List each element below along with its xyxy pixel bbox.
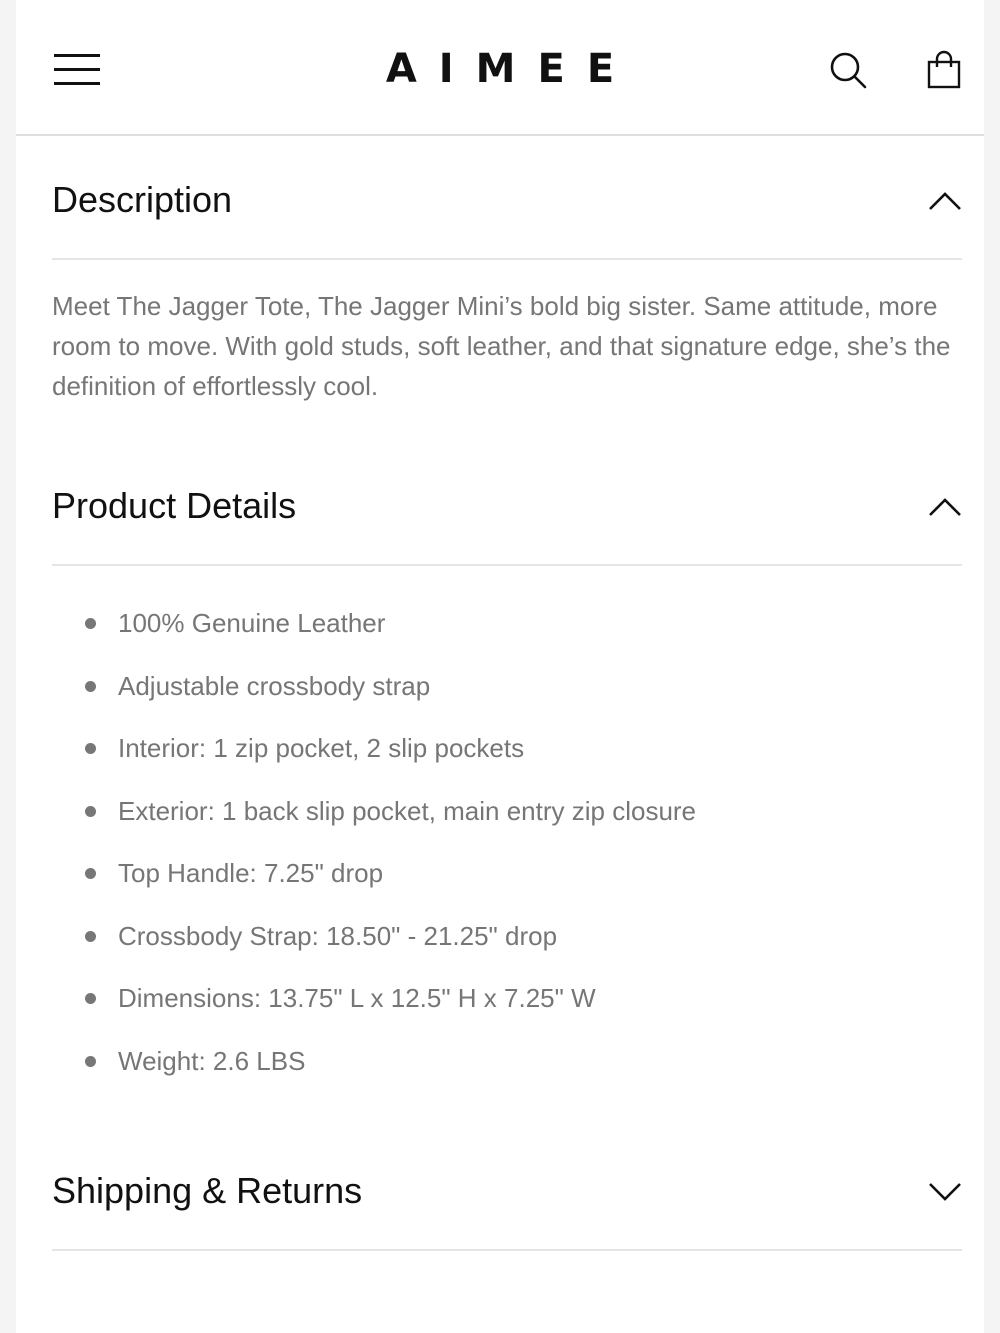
- list-item-text: Dimensions: 13.75" L x 12.5" H x 7.25" W: [118, 983, 596, 1013]
- description-accordion-header[interactable]: Description: [52, 138, 962, 260]
- list-item: 100% Genuine Leather: [52, 601, 952, 664]
- list-item-text: Weight: 2.6 LBS: [118, 1045, 306, 1076]
- list-item-text: Adjustable crossbody strap: [118, 670, 431, 701]
- list-item: Adjustable crossbody strap: [52, 664, 952, 727]
- chevron-down-icon: [929, 1183, 961, 1201]
- product-details-title: Product Details: [52, 485, 297, 526]
- description-text: Meet The Jagger Tote, The Jagger Mini’s …: [52, 291, 951, 401]
- list-item: Crossbody Strap: 18.50" - 21.25" drop: [52, 914, 952, 977]
- bullet: [85, 618, 96, 629]
- product-details-list: 100% Genuine Leather Adjustable crossbod…: [52, 601, 952, 1101]
- bullet: [85, 993, 96, 1004]
- list-item-text: 100% Genuine Leather: [118, 608, 386, 638]
- list-item-text: Exterior: 1 back slip pocket, main entry…: [118, 795, 697, 826]
- site-header: AIMEE: [16, 0, 984, 136]
- list-item: Dimensions: 13.75" L x 12.5" H x 7.25" W: [52, 976, 952, 1039]
- chevron-up-icon: [929, 192, 961, 210]
- chevron-up-icon: [929, 498, 961, 516]
- list-item: Top Handle: 7.25" drop: [52, 851, 952, 914]
- search-icon[interactable]: [828, 50, 868, 90]
- shipping-returns-title: Shipping & Returns: [52, 1170, 363, 1211]
- bullet: [85, 868, 96, 879]
- list-item-text: Top Handle: 7.25" drop: [118, 858, 384, 888]
- bullet: [85, 1055, 96, 1067]
- bullet: [85, 680, 96, 692]
- bullet: [85, 743, 96, 754]
- shopping-bag-icon[interactable]: [926, 50, 962, 90]
- description-title: Description: [52, 179, 233, 220]
- bullet: [85, 805, 96, 817]
- shipping-returns-accordion-header[interactable]: Shipping & Returns: [52, 1129, 962, 1251]
- list-item: Exterior: 1 back slip pocket, main entry…: [52, 789, 952, 852]
- product-page: AIMEE Description Meet The Jagger Tote, …: [16, 0, 984, 1333]
- bullet: [85, 930, 96, 942]
- product-details-accordion-header[interactable]: Product Details: [52, 444, 962, 566]
- list-item: Interior: 1 zip pocket, 2 slip pockets: [52, 726, 952, 789]
- list-item-text: Interior: 1 zip pocket, 2 slip pockets: [118, 733, 525, 763]
- list-item: Weight: 2.6 LBS: [52, 1039, 952, 1102]
- list-item-text: Crossbody Strap: 18.50" - 21.25" drop: [118, 920, 558, 951]
